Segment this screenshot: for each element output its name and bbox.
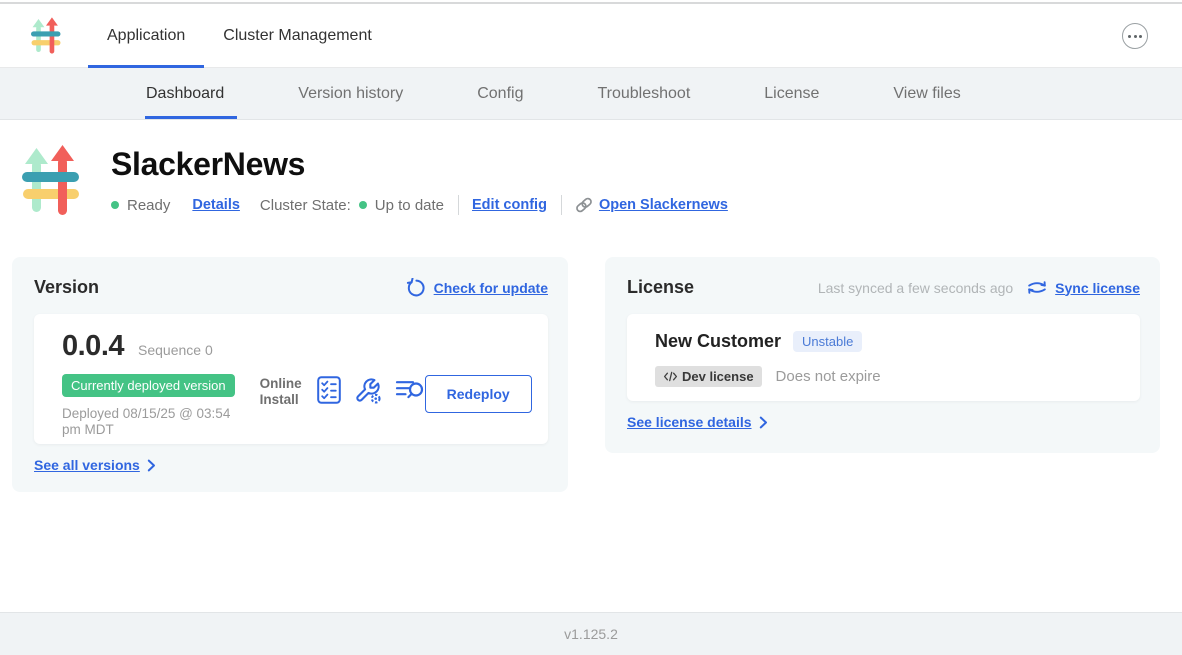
app-sub-nav: Dashboard Version history Config Trouble…: [0, 68, 1182, 120]
tab-version-history[interactable]: Version history: [298, 68, 403, 119]
cluster-state-text: Up to date: [375, 197, 444, 214]
license-type-badge: Dev license: [655, 366, 762, 387]
tab-version-history-label: Version history: [298, 85, 403, 103]
app-header: SlackerNews Ready Details Cluster State:…: [22, 145, 728, 215]
app-logo-icon: [31, 17, 61, 54]
customer-name: New Customer: [655, 331, 781, 352]
app-status-dot: [111, 201, 119, 209]
tab-license[interactable]: License: [764, 68, 819, 119]
tab-application-label: Application: [107, 27, 185, 45]
check-for-update-link[interactable]: Check for update: [406, 278, 548, 298]
divider: [561, 195, 562, 215]
install-type-label: Online Install: [260, 376, 302, 408]
details-link[interactable]: Details: [192, 197, 240, 213]
top-nav: Application Cluster Management: [0, 4, 1182, 68]
last-synced-text: Last synced a few seconds ago: [818, 280, 1013, 296]
page-title: SlackerNews: [111, 145, 728, 183]
currently-deployed-badge: Currently deployed version: [62, 374, 235, 397]
tab-config[interactable]: Config: [477, 68, 523, 119]
redeploy-button[interactable]: Redeploy: [425, 375, 532, 413]
current-version-panel: 0.0.4 Sequence 0 Currently deployed vers…: [34, 314, 548, 444]
cluster-state-label: Cluster State:: [260, 197, 351, 214]
app-logo-large-icon: [22, 145, 80, 215]
see-all-versions-link[interactable]: See all versions: [34, 457, 156, 473]
chevron-right-icon: [759, 416, 768, 429]
top-nav-tabs: Application Cluster Management: [88, 4, 391, 67]
cluster-state-dot: [359, 201, 367, 209]
tab-troubleshoot[interactable]: Troubleshoot: [597, 68, 690, 119]
license-card-title: License: [627, 277, 694, 298]
footer: v1.125.2: [0, 612, 1182, 655]
see-license-details-link[interactable]: See license details: [627, 414, 768, 430]
preflight-checklist-icon[interactable]: [317, 376, 341, 404]
tab-config-label: Config: [477, 85, 523, 103]
tab-view-files[interactable]: View files: [893, 68, 960, 119]
version-card: Version Check for update 0.0.4 Sequence …: [12, 257, 568, 492]
tab-troubleshoot-label: Troubleshoot: [597, 85, 690, 103]
link-icon: [575, 196, 593, 214]
license-panel: New Customer Unstable Dev license Does n…: [627, 314, 1140, 401]
sync-license-link[interactable]: Sync license: [1027, 280, 1140, 296]
channel-badge: Unstable: [793, 331, 862, 352]
chevron-right-icon: [147, 459, 156, 472]
sync-arrows-icon: [1027, 280, 1047, 295]
tab-view-files-label: View files: [893, 85, 960, 103]
edit-config-link[interactable]: Edit config: [472, 197, 547, 213]
app-status-text: Ready: [127, 197, 170, 214]
console-version-text: v1.125.2: [564, 626, 618, 642]
wrench-gear-icon[interactable]: [354, 376, 382, 404]
license-expiry-text: Does not expire: [776, 368, 881, 385]
code-icon: [663, 371, 678, 382]
tab-license-label: License: [764, 85, 819, 103]
tab-cluster-management[interactable]: Cluster Management: [204, 4, 391, 67]
tab-dashboard-label: Dashboard: [146, 85, 224, 103]
app-status-row: Ready Details Cluster State: Up to date …: [111, 195, 728, 215]
version-number: 0.0.4: [62, 330, 124, 363]
ellipsis-icon: [1128, 35, 1131, 38]
tab-dashboard[interactable]: Dashboard: [146, 68, 224, 119]
log-search-icon[interactable]: [395, 377, 425, 403]
tab-application[interactable]: Application: [88, 4, 204, 67]
tab-cluster-management-label: Cluster Management: [223, 27, 372, 45]
sequence-label: Sequence 0: [138, 342, 213, 358]
ellipsis-menu-button[interactable]: [1122, 23, 1148, 49]
license-card: License Last synced a few seconds ago Sy…: [605, 257, 1160, 453]
deployed-timestamp: Deployed 08/15/25 @ 03:54 pm MDT: [62, 406, 235, 438]
refresh-icon: [406, 278, 426, 298]
version-card-title: Version: [34, 277, 99, 298]
divider: [458, 195, 459, 215]
open-app-link[interactable]: Open Slackernews: [575, 196, 728, 214]
